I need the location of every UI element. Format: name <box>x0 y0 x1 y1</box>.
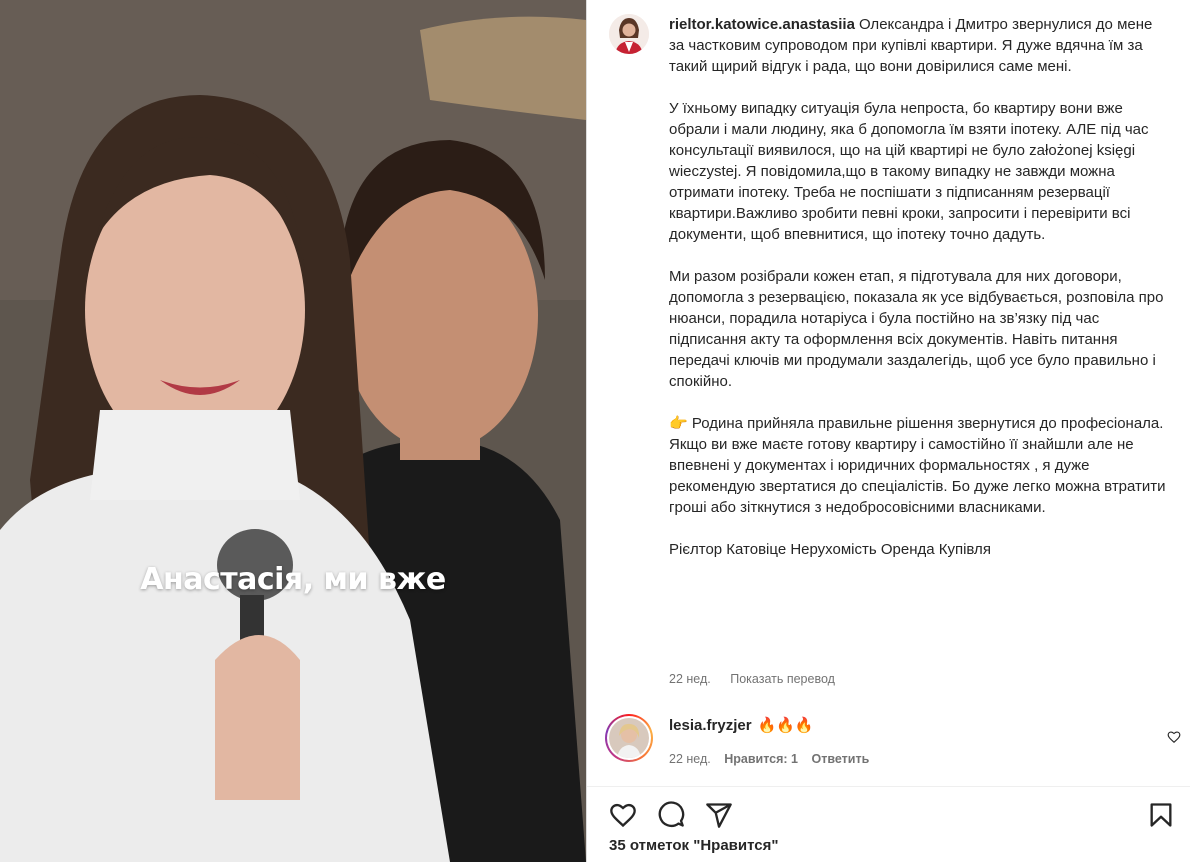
comment-text: lesia.fryzjer 🔥🔥🔥 <box>669 716 814 734</box>
caption-body: Олександра і Дмитро звернулися до мене з… <box>669 16 1166 558</box>
share-icon[interactable] <box>705 801 733 829</box>
likes-count[interactable]: 35 отметок "Нравится" <box>609 837 778 854</box>
comment-avatar[interactable] <box>605 714 653 762</box>
show-translation-link[interactable]: Показать перевод <box>730 672 835 686</box>
post-caption: rieltor.katowice.anastasiia Олександра і … <box>669 14 1169 560</box>
post-media[interactable]: Анастасія, ми вже <box>0 0 586 862</box>
author-avatar[interactable] <box>609 14 649 54</box>
comment-username[interactable]: lesia.fryzjer <box>669 717 752 734</box>
post-meta: 22 нед. Показать перевод <box>669 672 851 686</box>
bookmark-icon[interactable] <box>1147 801 1175 829</box>
heart-icon[interactable] <box>609 801 637 829</box>
comment-likes[interactable]: Нравится: 1 <box>724 752 798 766</box>
video-frame <box>0 0 586 862</box>
post-panel: rieltor.katowice.anastasiia Олександра і … <box>586 0 1190 862</box>
comment-time[interactable]: 22 нед. <box>669 752 711 766</box>
comment-body: 🔥🔥🔥 <box>757 717 814 734</box>
reply-button[interactable]: Ответить <box>811 752 869 766</box>
post-time[interactable]: 22 нед. <box>669 672 711 686</box>
author-username[interactable]: rieltor.katowice.anastasiia <box>669 16 855 33</box>
comment-item: lesia.fryzjer 🔥🔥🔥 22 нед. Нравится: 1 Отв… <box>605 714 1187 770</box>
post-actions: 35 отметок "Нравится" <box>587 786 1190 862</box>
comment-icon[interactable] <box>657 801 685 829</box>
comment-meta: 22 нед. Нравится: 1 Ответить <box>669 752 879 766</box>
video-caption-overlay: Анастасія, ми вже <box>140 562 446 597</box>
comment-heart-icon[interactable] <box>1167 730 1181 744</box>
